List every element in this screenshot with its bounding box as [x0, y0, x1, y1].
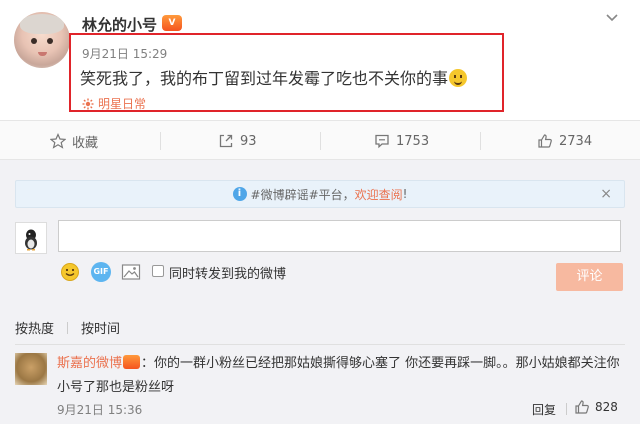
close-icon[interactable]: ×: [600, 187, 612, 201]
comment-button[interactable]: 1753: [374, 121, 429, 161]
avatar-hair: [20, 14, 64, 34]
sort-by-hot-tab[interactable]: 按热度: [15, 318, 54, 337]
vip-badge-icon[interactable]: V: [162, 15, 182, 31]
action-divider: [480, 132, 481, 150]
comment-text: ：你的一群小粉丝已经把那姑娘撕得够心塞了 你还要再踩一脚。。那小姑娘都关注你小号…: [57, 356, 620, 395]
comment-timestamp[interactable]: 9月21日 15:36: [57, 401, 142, 418]
post-action-bar: 收藏 93 1753 2734: [0, 120, 640, 160]
thumbs-up-icon: [575, 400, 589, 414]
post-source-label: 明星日常: [98, 97, 147, 111]
star-icon: [50, 133, 66, 149]
post-body-text: 笑死我了，我的布丁留到过年发霉了吃也不关你的事: [80, 69, 449, 88]
repost-button[interactable]: 93: [218, 121, 257, 161]
emoji-smiley-icon[interactable]: [60, 262, 80, 282]
comment-action-divider: [566, 403, 567, 415]
comment-input[interactable]: [58, 220, 621, 252]
favorite-label: 收藏: [72, 135, 99, 151]
post-timestamp[interactable]: 9月21日 15:29: [82, 45, 167, 62]
rumor-notice-banner: i #微博辟谣#平台， 欢迎查阅 ! ×: [15, 180, 625, 208]
notice-text: #微博辟谣#平台，: [250, 187, 355, 202]
like-button[interactable]: 2734: [537, 121, 592, 161]
avatar-mouth: [38, 52, 47, 56]
comment-bubble-icon: [375, 134, 389, 149]
share-to-weibo-checkbox[interactable]: [152, 265, 164, 277]
favorite-button[interactable]: 收藏: [50, 121, 98, 161]
submit-comment-button[interactable]: 评论: [556, 263, 623, 291]
like-count: 2734: [559, 133, 593, 149]
reply-button[interactable]: 回复: [532, 401, 556, 418]
smile-emoji-icon: [449, 69, 468, 87]
image-picture-icon[interactable]: [121, 262, 141, 282]
comment-sort-bar: 按热度 按时间: [15, 318, 120, 337]
repost-count: 93: [240, 133, 257, 149]
comment-body: 斯嘉的微博 ：你的一群小粉丝已经把那姑娘撕得够心塞了 你还要再踩一脚。。那小姑娘都…: [57, 352, 627, 400]
action-divider: [160, 132, 161, 150]
commenter-name[interactable]: 斯嘉的微博: [57, 356, 122, 371]
notice-link[interactable]: 欢迎查阅: [355, 186, 403, 203]
share-to-weibo-label[interactable]: 同时转发到我的微博: [169, 263, 286, 282]
post-author-avatar[interactable]: [14, 12, 70, 68]
post-author-name[interactable]: 林允的小号: [82, 14, 157, 35]
post-body: 笑死我了，我的布丁留到过年发霉了吃也不关你的事: [80, 65, 468, 89]
penguin-avatar-icon: [25, 229, 37, 251]
sort-divider: [67, 321, 69, 334]
gif-icon[interactable]: GIF: [91, 262, 111, 282]
info-icon: i: [232, 187, 247, 201]
comment-count: 1753: [396, 133, 430, 149]
commenter-avatar[interactable]: [15, 353, 47, 385]
share-arrow-icon: [219, 134, 233, 148]
sort-underline: [15, 344, 625, 345]
notice-text-end: !: [402, 187, 408, 201]
thumbs-up-icon: [538, 134, 552, 148]
post-source[interactable]: 明星日常: [82, 95, 146, 112]
avatar-eye-left: [31, 38, 37, 44]
sort-by-time-tab[interactable]: 按时间: [81, 318, 120, 337]
action-divider: [320, 132, 321, 150]
chevron-down-icon[interactable]: [604, 11, 620, 25]
avatar-eye-right: [47, 38, 53, 44]
vip-badge-icon[interactable]: [123, 355, 141, 369]
current-user-avatar[interactable]: [15, 222, 47, 254]
comment-like-button[interactable]: 828: [574, 399, 618, 415]
star-burst-icon: [82, 98, 94, 109]
comment-like-count: 828: [595, 400, 618, 414]
